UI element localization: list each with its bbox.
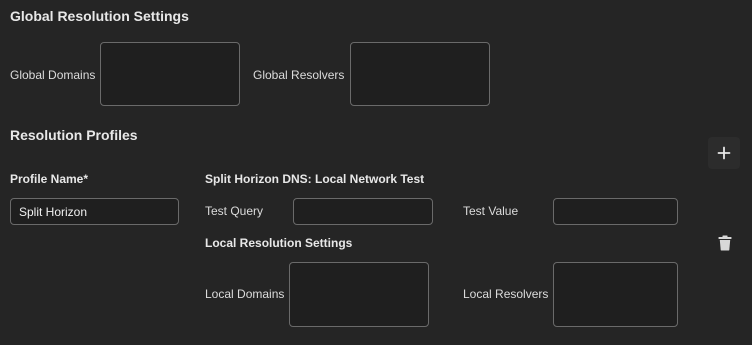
profile-name-label: Profile Name*: [10, 172, 89, 186]
global-domains-label: Global Domains: [10, 68, 96, 82]
local-resolvers-label: Local Resolvers: [463, 287, 549, 301]
add-profile-button[interactable]: [708, 137, 740, 169]
split-horizon-test-title: Split Horizon DNS: Local Network Test: [205, 172, 425, 186]
test-value-label: Test Value: [463, 204, 519, 218]
local-resolution-settings-title: Local Resolution Settings: [205, 236, 353, 250]
test-query-input[interactable]: [293, 198, 433, 225]
global-resolvers-label: Global Resolvers: [253, 68, 345, 82]
local-domains-label: Local Domains: [205, 287, 285, 301]
resolution-profiles-title: Resolution Profiles: [10, 127, 138, 143]
local-resolvers-field[interactable]: [553, 262, 678, 327]
local-domains-field[interactable]: [289, 262, 429, 327]
plus-icon: [717, 146, 731, 160]
global-domains-field[interactable]: [100, 42, 240, 106]
global-settings-title: Global Resolution Settings: [10, 8, 189, 24]
test-query-label: Test Query: [205, 204, 264, 218]
trash-icon: [718, 235, 732, 251]
global-resolvers-field[interactable]: [350, 42, 490, 106]
test-value-input[interactable]: [553, 198, 678, 225]
delete-profile-button[interactable]: [714, 232, 736, 254]
profile-name-input[interactable]: [10, 198, 179, 225]
